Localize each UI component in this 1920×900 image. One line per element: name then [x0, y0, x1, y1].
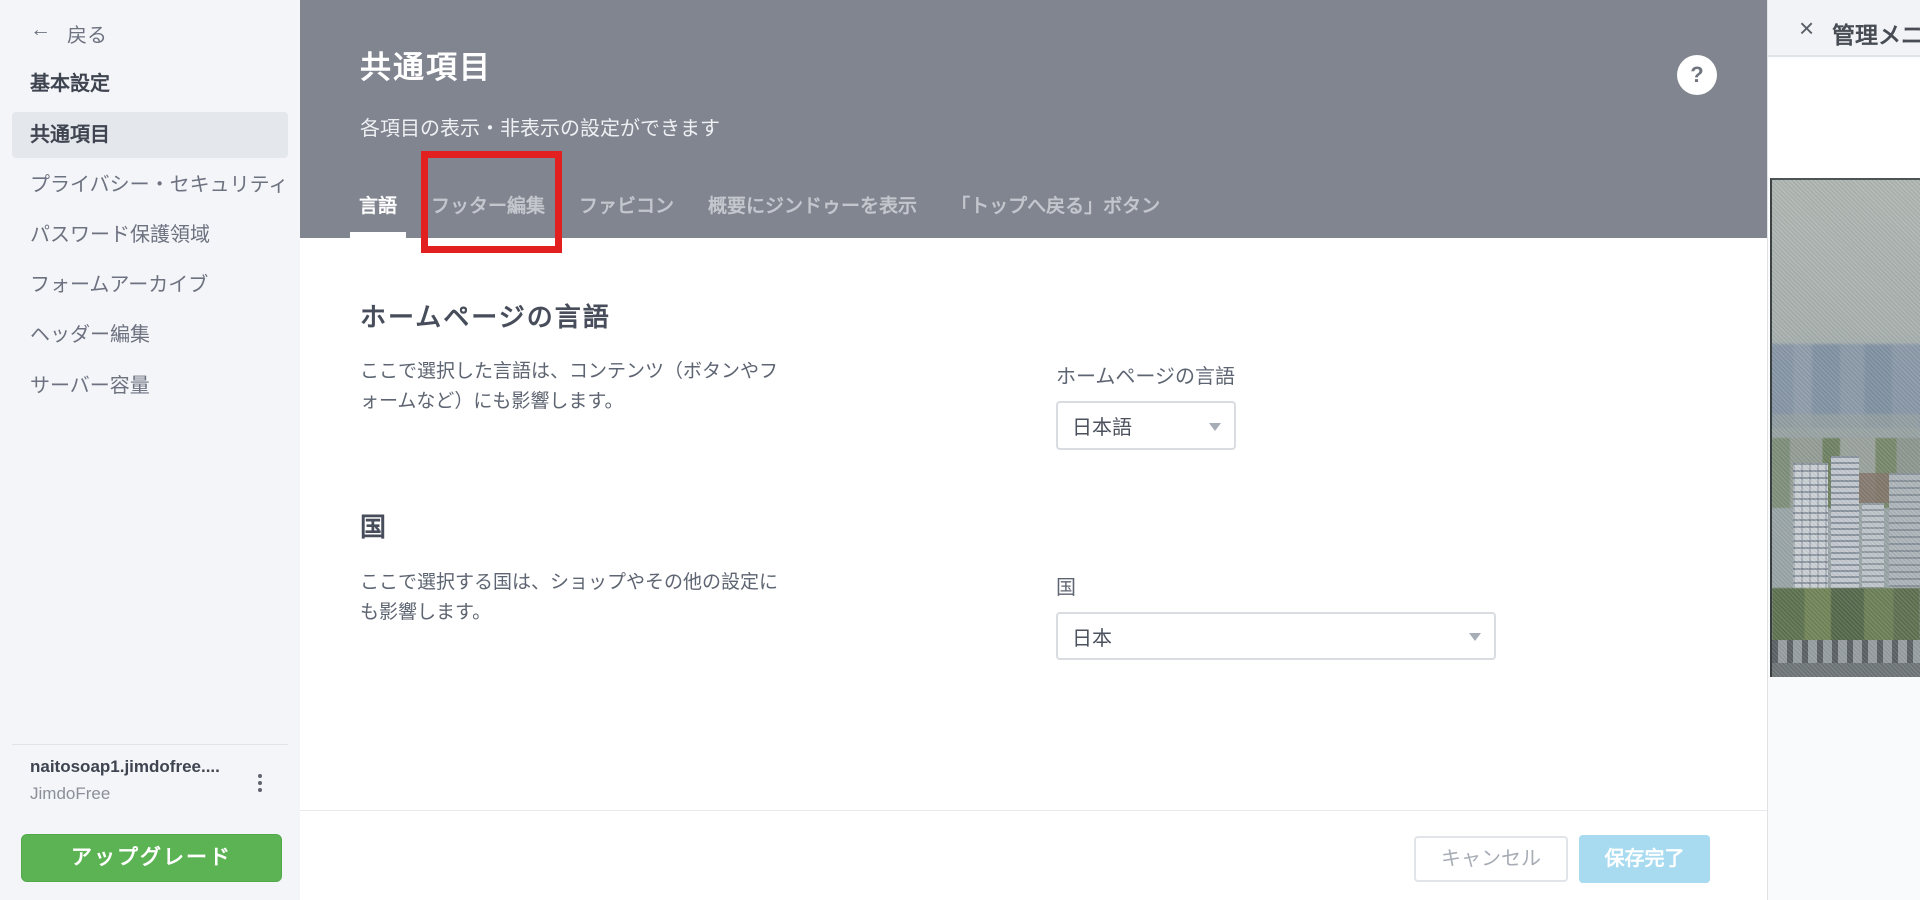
sidebar-item-basic-settings[interactable]: 基本設定 — [0, 61, 300, 107]
settings-sidebar: ← 戻る 基本設定 共通項目 プライバシー・セキュリティ パスワード保護領域 フ… — [0, 0, 300, 900]
country-select-value: 日本 — [1072, 622, 1112, 651]
tab-footer-edit[interactable]: フッター編集 — [422, 188, 554, 238]
language-select[interactable]: 日本語 — [1056, 401, 1236, 450]
cancel-button[interactable]: キャンセル — [1414, 836, 1568, 882]
tab-back-to-top-button[interactable]: 「トップへ戻る」ボタン — [942, 188, 1169, 238]
preview-blank-area — [1768, 59, 1920, 178]
tab-show-jimdo-overview[interactable]: 概要にジンドゥーを表示 — [699, 188, 926, 238]
upgrade-button[interactable]: アップグレード — [21, 834, 282, 882]
admin-menu-bar: × 管理メニュー — [1768, 0, 1920, 57]
page-header: 共通項目 各項目の表示・非表示の設定ができます ? 言語 フッター編集 ファビコ… — [300, 0, 1768, 238]
sidebar-item-server-capacity[interactable]: サーバー容量 — [0, 363, 300, 409]
close-icon[interactable]: × — [1799, 13, 1814, 43]
action-footer: キャンセル 保存完了 — [300, 810, 1768, 900]
section-heading-country: 国 — [360, 507, 388, 544]
account-kebab-menu-icon[interactable] — [250, 768, 270, 798]
country-select[interactable]: 日本 — [1056, 612, 1496, 660]
site-preview-panel: × 管理メニュー — [1768, 0, 1920, 900]
city-photo — [1770, 178, 1920, 677]
page-subtitle: 各項目の表示・非表示の設定ができます — [360, 112, 720, 141]
jimdo-settings-page: ← 戻る 基本設定 共通項目 プライバシー・セキュリティ パスワード保護領域 フ… — [0, 0, 1920, 900]
sidebar-item-header-edit[interactable]: ヘッダー編集 — [0, 312, 300, 358]
account-plan-label: JimdoFree — [30, 784, 110, 804]
account-site-name: naitosoap1.jimdofree.... — [30, 757, 235, 777]
chevron-down-icon — [1209, 423, 1221, 431]
back-label: 戻る — [67, 19, 107, 48]
section-description-country: ここで選択する国は、ショップやその他の設定にも影響します。 — [360, 568, 792, 628]
main-panel: 共通項目 各項目の表示・非表示の設定ができます ? 言語 フッター編集 ファビコ… — [300, 0, 1768, 900]
sidebar-item-common-items[interactable]: 共通項目 — [12, 112, 288, 158]
preview-footer-area — [1768, 677, 1920, 900]
country-field-label: 国 — [1056, 571, 1076, 600]
sidebar-item-password-area[interactable]: パスワード保護領域 — [0, 212, 300, 258]
chevron-down-icon — [1469, 633, 1481, 641]
admin-menu-title: 管理メニュー — [1832, 16, 1920, 50]
section-description-language: ここで選択した言語は、コンテンツ（ボタンやフォームなど）にも影響します。 — [360, 357, 792, 417]
sidebar-item-privacy-security[interactable]: プライバシー・セキュリティ — [0, 162, 300, 208]
tab-language[interactable]: 言語 — [350, 188, 406, 238]
save-button[interactable]: 保存完了 — [1579, 835, 1710, 883]
help-icon[interactable]: ? — [1677, 55, 1717, 95]
back-arrow-icon: ← — [30, 18, 51, 42]
account-divider — [12, 744, 288, 745]
back-button[interactable]: ← 戻る — [0, 12, 300, 50]
tab-bar: 言語 フッター編集 ファビコン 概要にジンドゥーを表示 「トップへ戻る」ボタン — [350, 188, 1169, 238]
sidebar-item-form-archive[interactable]: フォームアーカイブ — [0, 262, 300, 308]
tab-favicon[interactable]: ファビコン — [570, 188, 683, 238]
section-heading-homepage-language: ホームページの言語 — [360, 297, 611, 334]
page-title: 共通項目 — [360, 42, 492, 87]
language-field-label: ホームページの言語 — [1056, 360, 1235, 389]
language-select-value: 日本語 — [1072, 411, 1132, 440]
